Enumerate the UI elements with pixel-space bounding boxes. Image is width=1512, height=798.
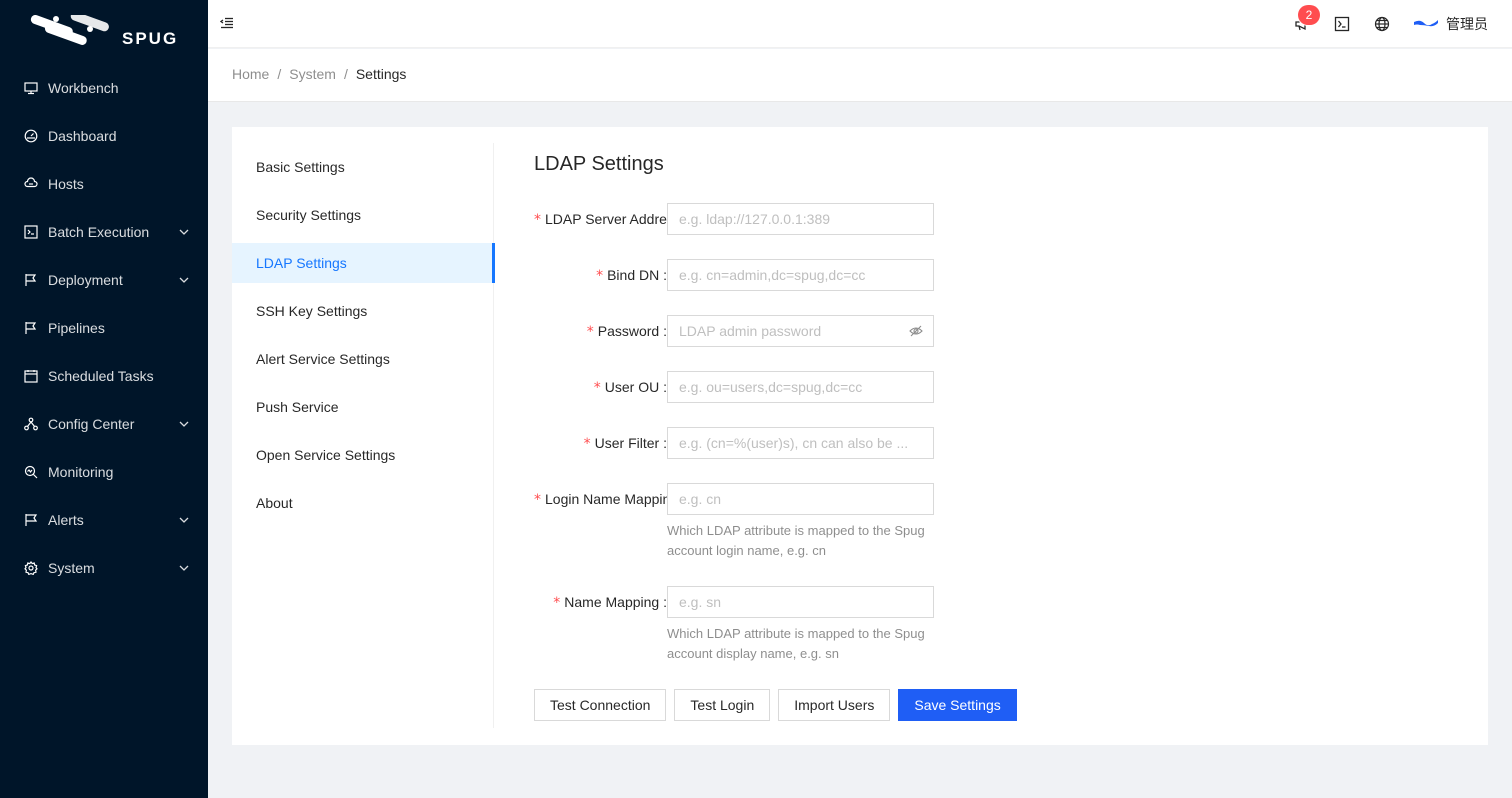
- settings-nav: Basic Settings Security Settings LDAP Sett…: [232, 143, 495, 728]
- terminal-icon[interactable]: [1332, 14, 1352, 34]
- sidebar-item-label: Pipelines: [48, 320, 105, 336]
- sidebar-item-scheduled-tasks[interactable]: Scheduled Tasks: [0, 356, 208, 396]
- settings-nav-item-ssh-key-settings[interactable]: SSH Key Settings: [232, 291, 494, 331]
- notification-badge: 2: [1298, 5, 1320, 25]
- field-help-text: Which LDAP attribute is mapped to the Sp…: [667, 626, 925, 661]
- chevron-down-icon: [178, 561, 190, 573]
- name-mapping-input[interactable]: [667, 586, 934, 618]
- settings-nav-item-basic-settings[interactable]: Basic Settings: [232, 147, 494, 187]
- bind-dn-input[interactable]: [667, 259, 934, 291]
- eye-invisible-icon[interactable]: [909, 324, 923, 338]
- sidebar-item-label: Hosts: [48, 176, 84, 192]
- field-label: * Bind DN :: [596, 267, 667, 284]
- user-ou-input[interactable]: [667, 371, 934, 403]
- sidebar-item-label: Monitoring: [48, 464, 114, 480]
- breadcrumb-home[interactable]: Home: [232, 66, 269, 82]
- settings-nav-item-alert-service-settings[interactable]: Alert Service Settings: [232, 339, 494, 379]
- login-name-mapping-input[interactable]: [667, 483, 934, 515]
- settings-card: Basic Settings Security Settings LDAP Sett…: [232, 127, 1488, 745]
- flag-icon: [24, 273, 38, 287]
- chevron-down-icon: [178, 513, 190, 525]
- alert-icon: [24, 513, 38, 527]
- user-name: 管理员: [1446, 16, 1488, 32]
- field-label: *LDAP Server Address: [534, 211, 667, 228]
- sidebar-item-label: Dashboard: [48, 128, 117, 144]
- user-menu[interactable]: 管理员: [1414, 14, 1488, 34]
- chevron-down-icon: [178, 225, 190, 237]
- field-label: * Name Mapping :: [553, 594, 667, 611]
- sidebar-item-batch-execution[interactable]: Batch Execution: [0, 212, 208, 252]
- field-label: * User OU :: [593, 379, 667, 396]
- settings-nav-item-ldap-settings[interactable]: LDAP Settings: [232, 243, 495, 283]
- save-settings-button[interactable]: Save Settings: [898, 689, 1017, 721]
- user-avatar-icon: [1414, 20, 1438, 27]
- sidebar-item-label: Config Center: [48, 416, 135, 432]
- breadcrumb-system[interactable]: System: [289, 66, 336, 82]
- monitor-icon: [24, 465, 38, 479]
- sidebar-item-label: Batch Execution: [48, 224, 150, 240]
- breadcrumb: Home / System / Settings: [232, 66, 406, 82]
- breadcrumb-settings: Settings: [355, 66, 407, 82]
- sidebar-item-workbench[interactable]: Workbench: [0, 68, 208, 108]
- sidebar-item-label: System: [48, 560, 95, 576]
- cloud-server-icon: [24, 177, 38, 191]
- setting-icon: [24, 561, 38, 575]
- global-language-icon[interactable]: [1372, 14, 1392, 34]
- settings-nav-item-open-service-settings[interactable]: Open Service Settings: [232, 435, 494, 475]
- sidebar-item-alerts[interactable]: Alerts: [0, 500, 208, 540]
- dashboard-icon: [24, 129, 38, 143]
- desktop-icon: [24, 81, 38, 95]
- flag-icon: [24, 321, 38, 335]
- breadcrumb-separator: /: [277, 66, 282, 82]
- field-label: * Login Name Mapping: [534, 491, 667, 508]
- ldap-settings-panel: LDAP Settings *LDAP Server Address *Bind…: [534, 127, 1434, 745]
- user-filter-input[interactable]: [667, 427, 934, 459]
- deployment-unit-icon: [24, 417, 38, 431]
- ldap-server-input[interactable]: [667, 203, 934, 235]
- settings-nav-item-security-settings[interactable]: Security Settings: [232, 195, 494, 235]
- field-label: * User Filter :: [583, 435, 667, 452]
- password-input[interactable]: [668, 316, 898, 346]
- code-icon: [24, 225, 38, 239]
- chevron-down-icon: [178, 273, 190, 285]
- chevron-down-icon: [178, 417, 190, 429]
- sidebar-item-hosts[interactable]: Hosts: [0, 164, 208, 204]
- sidebar-item-label: Scheduled Tasks: [48, 368, 154, 384]
- sidebar-item-pipelines[interactable]: Pipelines: [0, 308, 208, 348]
- field-help-text: Which LDAP attribute is mapped to the Sp…: [667, 523, 925, 558]
- password-field: [667, 315, 934, 347]
- logo-icon: SPUG: [30, 15, 178, 48]
- settings-nav-item-push-service[interactable]: Push Service: [232, 387, 494, 427]
- sidebar-item-config-center[interactable]: Config Center: [0, 404, 208, 444]
- schedule-icon: [24, 369, 38, 383]
- test-connection-button[interactable]: Test Connection: [534, 689, 667, 721]
- breadcrumb-separator: /: [343, 66, 348, 82]
- sidebar-item-monitoring[interactable]: Monitoring: [0, 452, 208, 492]
- settings-nav-item-about[interactable]: About: [232, 483, 494, 523]
- sidebar-item-label: Workbench: [48, 80, 119, 96]
- form-actions: Test Connection Test Login Import Users …: [534, 689, 1025, 721]
- sidebar-item-dashboard[interactable]: Dashboard: [0, 116, 208, 156]
- breadcrumb-bar: Home / System / Settings: [208, 49, 1512, 102]
- sidebar-item-label: Alerts: [48, 512, 84, 528]
- sidebar-item-label: Deployment: [48, 272, 123, 288]
- svg-text:SPUG: SPUG: [122, 29, 178, 48]
- test-login-button[interactable]: Test Login: [674, 689, 771, 721]
- panel-title: LDAP Settings: [534, 153, 664, 175]
- spug-logo[interactable]: SPUG: [0, 0, 208, 64]
- import-users-button[interactable]: Import Users: [778, 689, 891, 721]
- menu-fold-icon[interactable]: [219, 16, 236, 32]
- sidebar-item-system[interactable]: System: [0, 548, 208, 588]
- sidebar: SPUG Workbench Dashboard Hosts Batch Execut…: [0, 0, 208, 798]
- sidebar-item-deployment[interactable]: Deployment: [0, 260, 208, 300]
- field-label: * Password :: [586, 323, 667, 340]
